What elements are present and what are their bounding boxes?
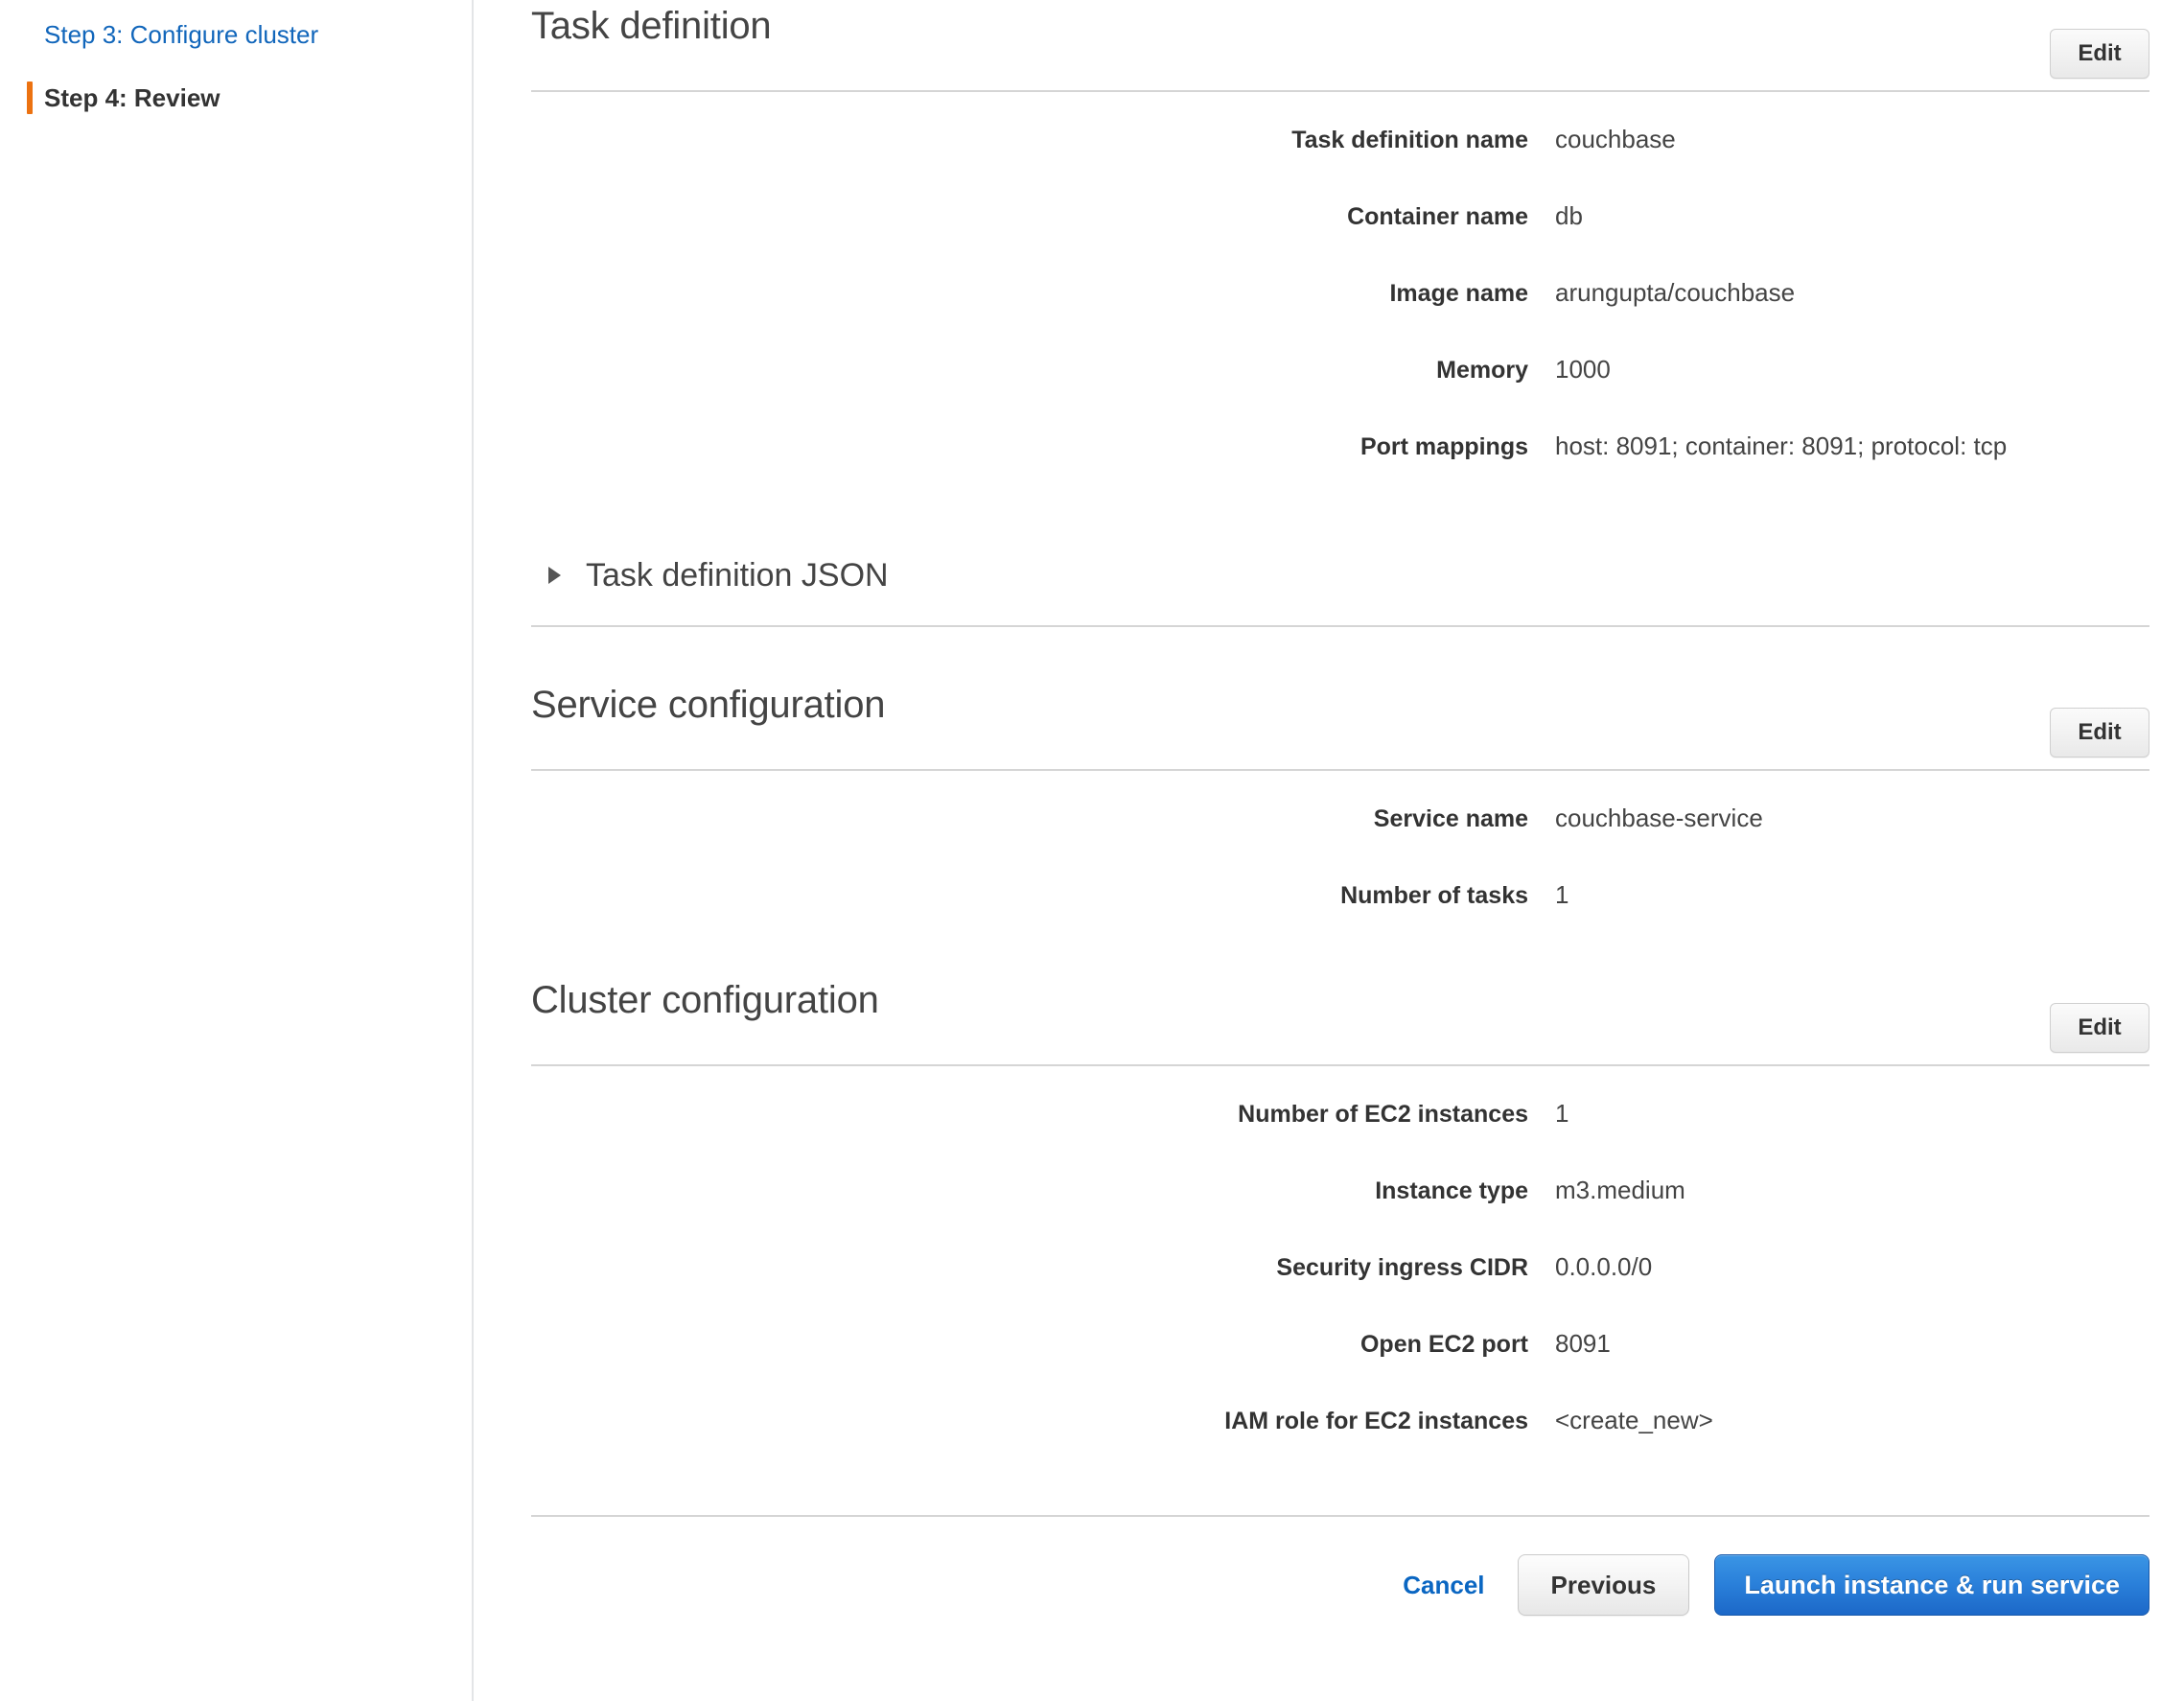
previous-button[interactable]: Previous <box>1517 1554 1690 1616</box>
edit-task-definition-button[interactable]: Edit <box>2050 29 2149 79</box>
edit-cluster-configuration-button[interactable]: Edit <box>2050 1003 2149 1053</box>
field-value: 1 <box>1555 880 1569 909</box>
field-row: Security ingress CIDR 0.0.0.0/0 <box>474 1252 2184 1329</box>
sidebar-step-label: Step 3: Configure cluster <box>44 19 319 49</box>
field-value: 0.0.0.0/0 <box>1555 1252 1653 1281</box>
field-row: Number of EC2 instances 1 <box>474 1066 2184 1176</box>
chevron-right-icon <box>548 567 561 584</box>
task-definition-json-toggle[interactable]: Task definition JSON <box>531 525 2149 625</box>
field-row: Open EC2 port 8091 <box>474 1329 2184 1406</box>
section-service-configuration: Service configuration Edit Service name … <box>474 679 2184 957</box>
section-task-definition: Task definition Edit Task definition nam… <box>474 0 2184 627</box>
service-configuration-header: Service configuration Edit <box>531 679 2149 771</box>
field-label: Open EC2 port <box>1359 1331 1528 1358</box>
task-definition-json-disclosure-wrap: Task definition JSON <box>531 525 2149 627</box>
page-title-task-definition: Task definition <box>531 4 772 47</box>
cluster-configuration-header: Cluster configuration Edit <box>531 974 2149 1066</box>
cancel-link[interactable]: Cancel <box>1403 1571 1484 1600</box>
field-label: IAM role for EC2 instances <box>1224 1408 1528 1434</box>
field-value: host: 8091; container: 8091; protocol: t… <box>1555 431 2008 460</box>
field-label: Instance type <box>1375 1177 1528 1204</box>
current-step-marker-icon <box>27 82 33 114</box>
field-row: Memory 1000 <box>474 355 2184 431</box>
field-label: Container name <box>1347 203 1528 230</box>
field-value: m3.medium <box>1555 1176 1685 1204</box>
sidebar-step-configure-cluster[interactable]: Step 3: Configure cluster <box>0 0 472 65</box>
field-row: Number of tasks 1 <box>474 880 2184 957</box>
review-wizard-page: Step 3: Configure cluster Step 4: Review… <box>0 0 2184 1701</box>
cluster-configuration-fields: Number of EC2 instances 1 Instance type … <box>474 1066 2184 1482</box>
wizard-footer: Cancel Previous Launch instance & run se… <box>531 1517 2149 1653</box>
field-label: Number of tasks <box>1340 882 1528 909</box>
field-label: Number of EC2 instances <box>1238 1101 1528 1128</box>
review-content: Task definition Edit Task definition nam… <box>474 0 2184 1701</box>
page-title-service-configuration: Service configuration <box>531 683 886 726</box>
field-label: Task definition name <box>1291 127 1528 153</box>
field-row: IAM role for EC2 instances <create_new> <box>474 1406 2184 1482</box>
service-configuration-fields: Service name couchbase-service Number of… <box>474 771 2184 957</box>
field-label: Security ingress CIDR <box>1276 1254 1528 1281</box>
field-value: arungupta/couchbase <box>1555 278 1796 307</box>
field-label: Service name <box>1373 805 1528 832</box>
field-value: db <box>1555 201 1583 230</box>
field-value: couchbase-service <box>1555 804 1763 832</box>
sidebar-step-label: Step 4: Review <box>44 82 221 112</box>
page-title-cluster-configuration: Cluster configuration <box>531 978 879 1021</box>
field-value: 1000 <box>1555 355 1611 384</box>
field-label: Memory <box>1436 357 1528 384</box>
field-row: Port mappings host: 8091; container: 809… <box>474 431 2184 508</box>
field-value: couchbase <box>1555 125 1676 153</box>
field-row: Container name db <box>474 201 2184 278</box>
task-definition-header: Task definition Edit <box>531 0 2149 92</box>
sidebar-step-review[interactable]: Step 4: Review <box>0 65 472 130</box>
field-row: Task definition name couchbase <box>474 92 2184 201</box>
task-definition-fields: Task definition name couchbase Container… <box>474 92 2184 508</box>
field-value: <create_new> <box>1555 1406 1713 1434</box>
task-definition-json-label: Task definition JSON <box>586 556 889 594</box>
field-row: Instance type m3.medium <box>474 1176 2184 1252</box>
field-row: Image name arungupta/couchbase <box>474 278 2184 355</box>
field-row: Service name couchbase-service <box>474 771 2184 880</box>
section-cluster-configuration: Cluster configuration Edit Number of EC2… <box>474 974 2184 1482</box>
field-label: Image name <box>1389 280 1528 307</box>
field-label: Port mappings <box>1359 433 1528 460</box>
edit-service-configuration-button[interactable]: Edit <box>2050 708 2149 757</box>
launch-instance-run-service-button[interactable]: Launch instance & run service <box>1714 1554 2149 1616</box>
field-value: 8091 <box>1555 1329 1611 1358</box>
field-value: 1 <box>1555 1099 1569 1128</box>
wizard-step-list: Step 3: Configure cluster Step 4: Review <box>0 0 472 130</box>
wizard-sidebar: Step 3: Configure cluster Step 4: Review <box>0 0 474 1701</box>
